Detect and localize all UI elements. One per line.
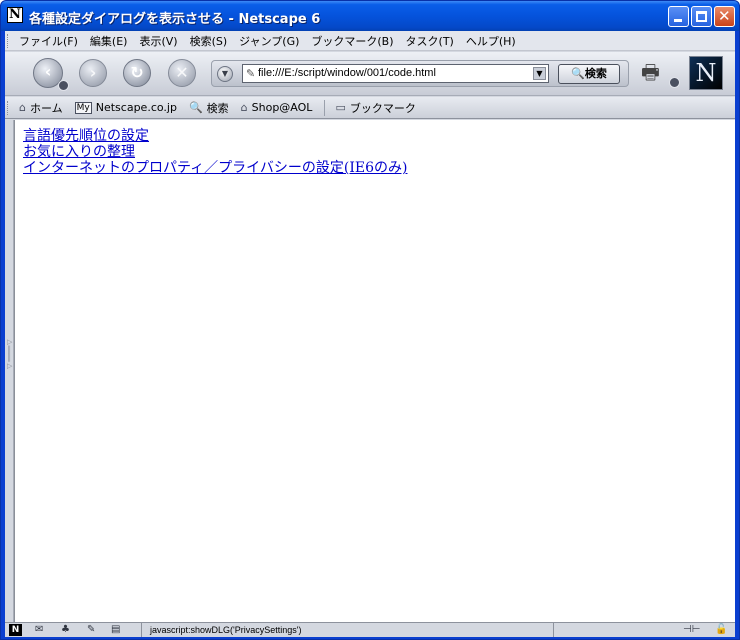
browser-chrome: ファイル(F) 編集(E) 表示(V) 検索(S) ジャンプ(G) ブックマーク… bbox=[5, 31, 735, 637]
bookmarkbar-grip[interactable] bbox=[7, 100, 13, 115]
back-icon: ‹ bbox=[44, 62, 52, 81]
print-icon[interactable]: 🖶 bbox=[641, 60, 669, 84]
url-history-dropdown-icon[interactable]: ▼ bbox=[217, 66, 233, 82]
bookmark-search-label: 検索 bbox=[206, 101, 229, 115]
close-button[interactable]: ✕ bbox=[714, 6, 735, 27]
bookmark-folder-label: ブックマーク bbox=[349, 101, 416, 115]
stop-icon: ✕ bbox=[175, 63, 189, 82]
reload-icon: ↻ bbox=[130, 63, 144, 82]
search-icon: 🔍 bbox=[188, 101, 203, 114]
menu-edit[interactable]: 編集(E) bbox=[90, 33, 128, 49]
toolbar-separator bbox=[324, 99, 326, 116]
menu-tasks[interactable]: タスク(T) bbox=[406, 33, 454, 49]
status-text: javascript:showDLG('PrivacySettings') bbox=[141, 623, 551, 637]
url-bar-container: ▼ ✎ file:///E:/script/window/001/code.ht… bbox=[211, 60, 629, 87]
netscape-throbber[interactable]: N bbox=[689, 56, 723, 90]
page-content: 言語優先順位の設定 お気に入りの整理 インターネットのプロパティ／プライバシーの… bbox=[14, 120, 735, 622]
bookmark-shop-label: Shop@AOL bbox=[251, 101, 313, 114]
security-lock-icon[interactable]: 🔓 bbox=[715, 624, 727, 636]
reload-button[interactable]: ↻ bbox=[123, 59, 151, 87]
close-icon: ✕ bbox=[718, 7, 731, 25]
menu-go[interactable]: ジャンプ(G) bbox=[239, 33, 299, 49]
online-status-icon[interactable]: ⊣⊢ bbox=[683, 624, 700, 636]
window-title: 各種設定ダイアログを表示させる - Netscape 6 bbox=[29, 12, 321, 27]
sidebar-toggle-icon[interactable]: ▷ ║ ║ ▷ bbox=[7, 338, 12, 370]
bookmark-folder[interactable]: ▭ ブックマーク bbox=[335, 100, 415, 116]
mail-icon[interactable]: ✉ bbox=[35, 624, 43, 636]
bookmark-netscape[interactable]: My Netscape.co.jp bbox=[74, 101, 177, 114]
link-language-settings[interactable]: 言語優先順位の設定 bbox=[23, 128, 735, 144]
menu-bar: ファイル(F) 編集(E) 表示(V) 検索(S) ジャンプ(G) ブックマーク… bbox=[5, 31, 735, 51]
instant-messenger-icon[interactable]: ♣ bbox=[61, 624, 70, 636]
forward-button[interactable]: › bbox=[79, 59, 107, 87]
browser-window: N 各種設定ダイアログを表示させる - Netscape 6 ✕ ファイル(F)… bbox=[0, 0, 740, 640]
back-history-dropdown[interactable] bbox=[58, 80, 69, 91]
minimize-icon bbox=[674, 19, 682, 22]
menu-help[interactable]: ヘルプ(H) bbox=[466, 33, 516, 49]
bookmark-netscape-label: Netscape.co.jp bbox=[95, 101, 177, 114]
status-progress-cell bbox=[553, 623, 675, 637]
url-text[interactable]: file:///E:/script/window/001/code.html bbox=[258, 67, 436, 79]
home-icon: ⌂ bbox=[19, 101, 26, 114]
maximize-icon bbox=[696, 11, 707, 22]
search-button-label: 検索 bbox=[584, 67, 607, 80]
status-bar: N ✉ ♣ ✎ ▤ javascript:showDLG('PrivacySet… bbox=[5, 622, 735, 637]
title-bar[interactable]: N 各種設定ダイアログを表示させる - Netscape 6 ✕ bbox=[1, 1, 739, 31]
navigator-icon[interactable]: N bbox=[9, 624, 22, 636]
my-netscape-icon: My bbox=[74, 101, 92, 114]
personal-toolbar: ⌂ ホーム My Netscape.co.jp 🔍 検索 ⌂ Shop@AOL … bbox=[5, 97, 735, 119]
search-button[interactable]: 🔍検索 bbox=[558, 64, 620, 84]
navigation-toolbar: ‹ › ↻ ✕ ▼ ✎ file:///E:/script/window/001… bbox=[5, 52, 735, 96]
bookmark-home[interactable]: ⌂ ホーム bbox=[19, 100, 63, 116]
folder-icon: ▭ bbox=[335, 101, 346, 114]
link-organize-favorites[interactable]: お気に入りの整理 bbox=[23, 144, 735, 160]
stop-button[interactable]: ✕ bbox=[168, 59, 196, 87]
menu-bookmarks[interactable]: ブックマーク(B) bbox=[311, 33, 393, 49]
url-input[interactable]: ✎ file:///E:/script/window/001/code.html… bbox=[242, 64, 549, 83]
link-privacy-settings[interactable]: インターネットのプロパティ／プライバシーの設定(IE6のみ) bbox=[23, 160, 735, 176]
magnifier-icon: 🔍 bbox=[571, 67, 585, 80]
bookmark-home-label: ホーム bbox=[29, 101, 63, 115]
composer-icon[interactable]: ✎ bbox=[87, 624, 95, 636]
menu-file[interactable]: ファイル(F) bbox=[19, 33, 78, 49]
bookmark-search[interactable]: 🔍 検索 bbox=[189, 100, 229, 116]
sidebar-grippy[interactable]: ▷ ║ ║ ▷ bbox=[5, 120, 14, 622]
menu-search[interactable]: 検索(S) bbox=[190, 33, 228, 49]
bookmark-shop[interactable]: ⌂ Shop@AOL bbox=[241, 101, 313, 114]
menubar-grip[interactable] bbox=[7, 33, 13, 48]
address-book-icon[interactable]: ▤ bbox=[111, 624, 120, 636]
maximize-button[interactable] bbox=[691, 6, 712, 27]
minimize-button[interactable] bbox=[668, 6, 689, 27]
netscape-app-icon[interactable]: N bbox=[7, 7, 23, 23]
print-dropdown[interactable] bbox=[669, 77, 680, 88]
shop-icon: ⌂ bbox=[240, 101, 248, 114]
url-dropdown-icon[interactable]: ▼ bbox=[533, 67, 546, 80]
page-icon: ✎ bbox=[246, 67, 256, 80]
forward-icon: › bbox=[89, 63, 97, 82]
menu-view[interactable]: 表示(V) bbox=[139, 33, 177, 49]
